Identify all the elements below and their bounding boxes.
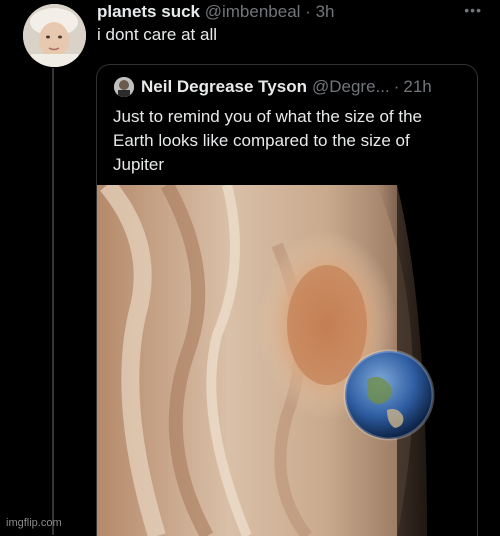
quoted-timestamp[interactable]: 21h — [403, 76, 431, 98]
handle[interactable]: @imbenbeal — [205, 2, 301, 21]
quoted-display-name[interactable]: Neil Degrease Tyson — [141, 76, 307, 98]
quoted-separator: · — [393, 77, 400, 96]
separator: · — [305, 2, 311, 21]
media-image[interactable] — [97, 185, 477, 536]
display-name[interactable]: planets suck — [97, 2, 200, 21]
tweet[interactable]: planets suck @imbenbeal · 3h ••• i dont … — [0, 0, 500, 536]
quoted-header: Neil Degrease Tyson @Degre... · 21h — [114, 76, 432, 98]
more-dots-icon[interactable]: ••• — [464, 2, 482, 18]
quoted-tweet[interactable]: Neil Degrease Tyson @Degre... · 21h Just… — [96, 64, 478, 536]
avatar-image — [23, 4, 86, 67]
avatar[interactable] — [23, 4, 86, 67]
quoted-avatar — [114, 77, 134, 97]
watermark: imgflip.com — [6, 517, 62, 529]
tweet-text: i dont care at all — [97, 25, 218, 44]
tweet-header: planets suck @imbenbeal · 3h — [97, 1, 335, 23]
quoted-handle[interactable]: @Degre... — [312, 76, 390, 98]
timestamp[interactable]: 3h — [316, 2, 335, 21]
quoted-text: Just to remind you of what the size of t… — [113, 107, 422, 174]
thread-line — [52, 68, 54, 535]
jupiter-earth-image — [97, 185, 477, 536]
